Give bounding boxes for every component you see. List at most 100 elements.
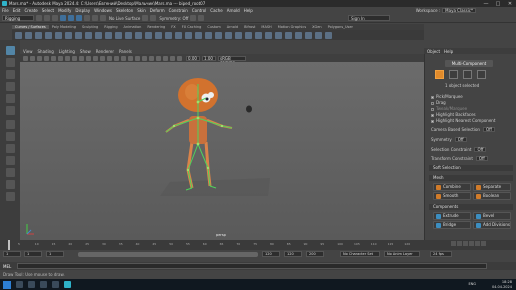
open-scene-icon[interactable] [44, 15, 50, 21]
workspace-dropdown[interactable]: Maya Classic* [442, 8, 476, 13]
close-button[interactable]: ✕ [504, 0, 516, 7]
loft-icon[interactable] [145, 31, 152, 39]
shelf-tab[interactable]: Curves / Surfaces [12, 25, 49, 29]
shelf-tab[interactable]: Poly Modeling [49, 25, 79, 29]
shadows-icon[interactable] [135, 55, 140, 61]
pick-marquee-option[interactable]: Pick/Marquee [431, 94, 463, 99]
system-clock[interactable]: 18:28 04.04.2024 [492, 280, 512, 289]
tweak-marquee-option[interactable]: Tweak/Marquee [431, 106, 467, 111]
shelf-tab[interactable]: Custom [204, 25, 223, 29]
menu-item[interactable]: Modify [58, 8, 71, 13]
tab-object[interactable]: Object [427, 49, 440, 54]
panel-menu-item[interactable]: View [23, 49, 33, 54]
nurbs-cube-icon[interactable] [85, 31, 92, 39]
paint-select-icon[interactable] [6, 70, 15, 79]
sculpt-tool-icon[interactable] [305, 31, 312, 39]
birail-icon[interactable] [175, 31, 182, 39]
selection-constraint-value[interactable]: Off [474, 147, 487, 152]
shelf-tab[interactable]: MASH [258, 25, 274, 29]
nurbs-sphere-icon[interactable] [75, 31, 82, 39]
sign-in-button[interactable]: Sign In [348, 15, 390, 21]
perspective-viewport[interactable]: persp [20, 62, 424, 240]
fillet-curve-icon[interactable] [235, 31, 242, 39]
menu-item[interactable]: Select [42, 8, 54, 13]
resolution-gate-icon[interactable] [65, 55, 70, 61]
use-all-lights-icon[interactable] [128, 55, 133, 61]
color-space-dropdown[interactable]: sRGB gamma [218, 55, 246, 64]
play-forward-icon[interactable] [469, 241, 474, 246]
character-set-dropdown[interactable]: No Character Set [340, 251, 380, 257]
xray-icon[interactable] [170, 55, 175, 61]
range-bar[interactable] [78, 252, 258, 257]
persp-graph-layout-icon[interactable] [6, 156, 15, 165]
range-handle-start[interactable]: 1 [46, 251, 64, 257]
stitch-icon[interactable] [315, 31, 322, 39]
play-backward-icon[interactable] [463, 241, 468, 246]
pick-marquee-radio[interactable] [431, 95, 434, 99]
menu-item[interactable]: Arnold [227, 8, 240, 13]
rotate-tool-icon[interactable] [6, 94, 15, 103]
mel-label[interactable]: MEL [3, 264, 17, 269]
extrude-button[interactable]: Extrude [433, 212, 471, 220]
task-view-icon[interactable] [28, 281, 35, 288]
select-component-icon[interactable] [76, 15, 82, 21]
shelf-tab[interactable]: Rigging [101, 25, 120, 29]
menu-item[interactable]: Control [192, 8, 206, 13]
highlight-backfaces-option[interactable]: Highlight Backfaces [431, 112, 476, 117]
menu-item[interactable]: Skeleton [116, 8, 133, 13]
snap-point-icon[interactable] [100, 15, 106, 21]
language-indicator[interactable]: ENG [468, 282, 476, 286]
field-chart-icon[interactable] [79, 55, 84, 61]
menu-item[interactable]: Help [244, 8, 253, 13]
bevel-plus-icon[interactable] [185, 31, 192, 39]
default-material-icon[interactable] [107, 55, 112, 61]
vertex-mode-icon[interactable] [449, 70, 458, 79]
step-forward-icon[interactable] [475, 241, 480, 246]
live-surface-label[interactable]: No Live Surface [109, 16, 140, 21]
scale-tool-icon[interactable] [6, 106, 15, 115]
highlight-nearest-option[interactable]: Highlight Nearest Component [431, 118, 495, 123]
persp-hypershade-layout-icon[interactable] [6, 168, 15, 177]
show-hide-icon[interactable] [190, 15, 197, 21]
step-back-icon[interactable] [457, 241, 462, 246]
shelf-tab[interactable]: Polygons_User [325, 25, 356, 29]
multi-component-button[interactable]: Multi-Component [445, 60, 493, 67]
offset-curve-icon[interactable] [225, 31, 232, 39]
boolean-button[interactable]: Boolean [473, 192, 511, 200]
gamma-field[interactable]: 1.00 [202, 55, 216, 61]
trim-tool-icon[interactable] [265, 31, 272, 39]
xray-joints-icon[interactable] [177, 55, 182, 61]
separate-button[interactable]: Separate [473, 183, 511, 191]
snap-grid-icon[interactable] [84, 15, 90, 21]
drag-option[interactable]: Drag [431, 100, 446, 105]
gate-mask-icon[interactable] [72, 55, 77, 61]
isolate-select-icon[interactable] [163, 55, 168, 61]
symmetry-value[interactable]: Off [454, 137, 467, 142]
extrude-icon[interactable] [165, 31, 172, 39]
go-to-start-icon[interactable] [451, 241, 456, 246]
save-scene-icon[interactable] [52, 15, 58, 21]
anim-layer-dropdown[interactable]: No Anim Layer [384, 251, 420, 257]
four-view-layout-icon[interactable] [6, 132, 15, 141]
ipr-render-icon[interactable] [150, 15, 157, 21]
image-plane-icon[interactable] [44, 55, 49, 61]
wireframe-icon[interactable] [93, 55, 98, 61]
shelf-tab[interactable]: Animation [121, 25, 145, 29]
exposure-field[interactable]: 0.00 [186, 55, 200, 61]
move-tool-icon[interactable] [6, 82, 15, 91]
smooth-shade-icon[interactable] [100, 55, 105, 61]
motion-blur-icon[interactable] [149, 55, 154, 61]
revolve-icon[interactable] [135, 31, 142, 39]
camera-based-value[interactable]: Off [482, 127, 495, 132]
shelf-tab[interactable]: FX Caching [179, 25, 205, 29]
select-object-icon[interactable] [68, 15, 74, 21]
shelf-tab[interactable]: Arnold [224, 25, 241, 29]
panel-menu-item[interactable]: Shading [38, 49, 54, 54]
ambient-occlusion-icon[interactable] [142, 55, 147, 61]
nurbs-plane-icon[interactable] [115, 31, 122, 39]
object-mode-icon[interactable] [435, 70, 444, 79]
bridge-button[interactable]: Bridge [433, 221, 471, 229]
add-divisions-button[interactable]: Add Divisions [473, 221, 511, 229]
textured-icon[interactable] [121, 55, 126, 61]
bezier-curve-icon[interactable] [65, 31, 72, 39]
